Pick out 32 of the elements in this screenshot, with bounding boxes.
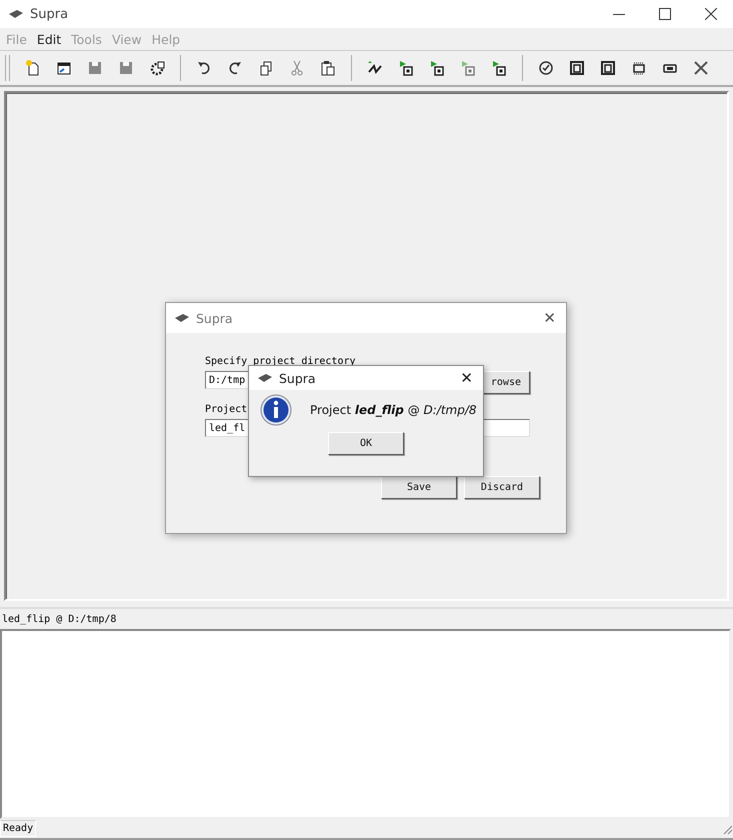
app-icon [174,313,190,323]
dialog-title: Supra [279,370,316,386]
status-text: Ready [0,820,36,837]
check-icon[interactable] [538,60,554,76]
project-name-label: Project [205,404,248,415]
close-button[interactable]: ✕ [460,369,473,387]
undo-icon[interactable] [196,60,212,76]
copy-icon[interactable] [258,60,274,76]
window-title: Supra [30,6,68,22]
x-icon[interactable] [693,60,709,76]
cut-icon[interactable] [289,60,305,76]
discard-button[interactable]: Discard [464,476,540,499]
output-panel-title: led_flip @ D:/tmp/8 [2,614,116,624]
new-icon[interactable] [25,60,41,76]
dialog-title: Supra [196,310,233,326]
app-icon [8,9,24,19]
saveas-icon[interactable] [118,60,134,76]
redo-icon[interactable] [227,60,243,76]
maximize-icon[interactable] [659,8,671,20]
message-text: Project led_flip @ D:/tmp/8 [310,403,477,417]
directory-label: Specify project directory [205,356,356,367]
app-icon [257,373,273,383]
close-icon[interactable] [705,8,717,20]
ok-button[interactable]: OK [328,432,404,455]
resize-grip-icon[interactable] [721,822,733,834]
menu-item[interactable]: Edit [36,32,62,46]
paste-icon[interactable] [320,60,336,76]
open-icon[interactable] [56,60,72,76]
info-icon [260,394,292,426]
save-button[interactable]: Save [381,476,457,499]
close-button[interactable]: ✕ [543,309,556,327]
save-icon[interactable] [87,60,103,76]
